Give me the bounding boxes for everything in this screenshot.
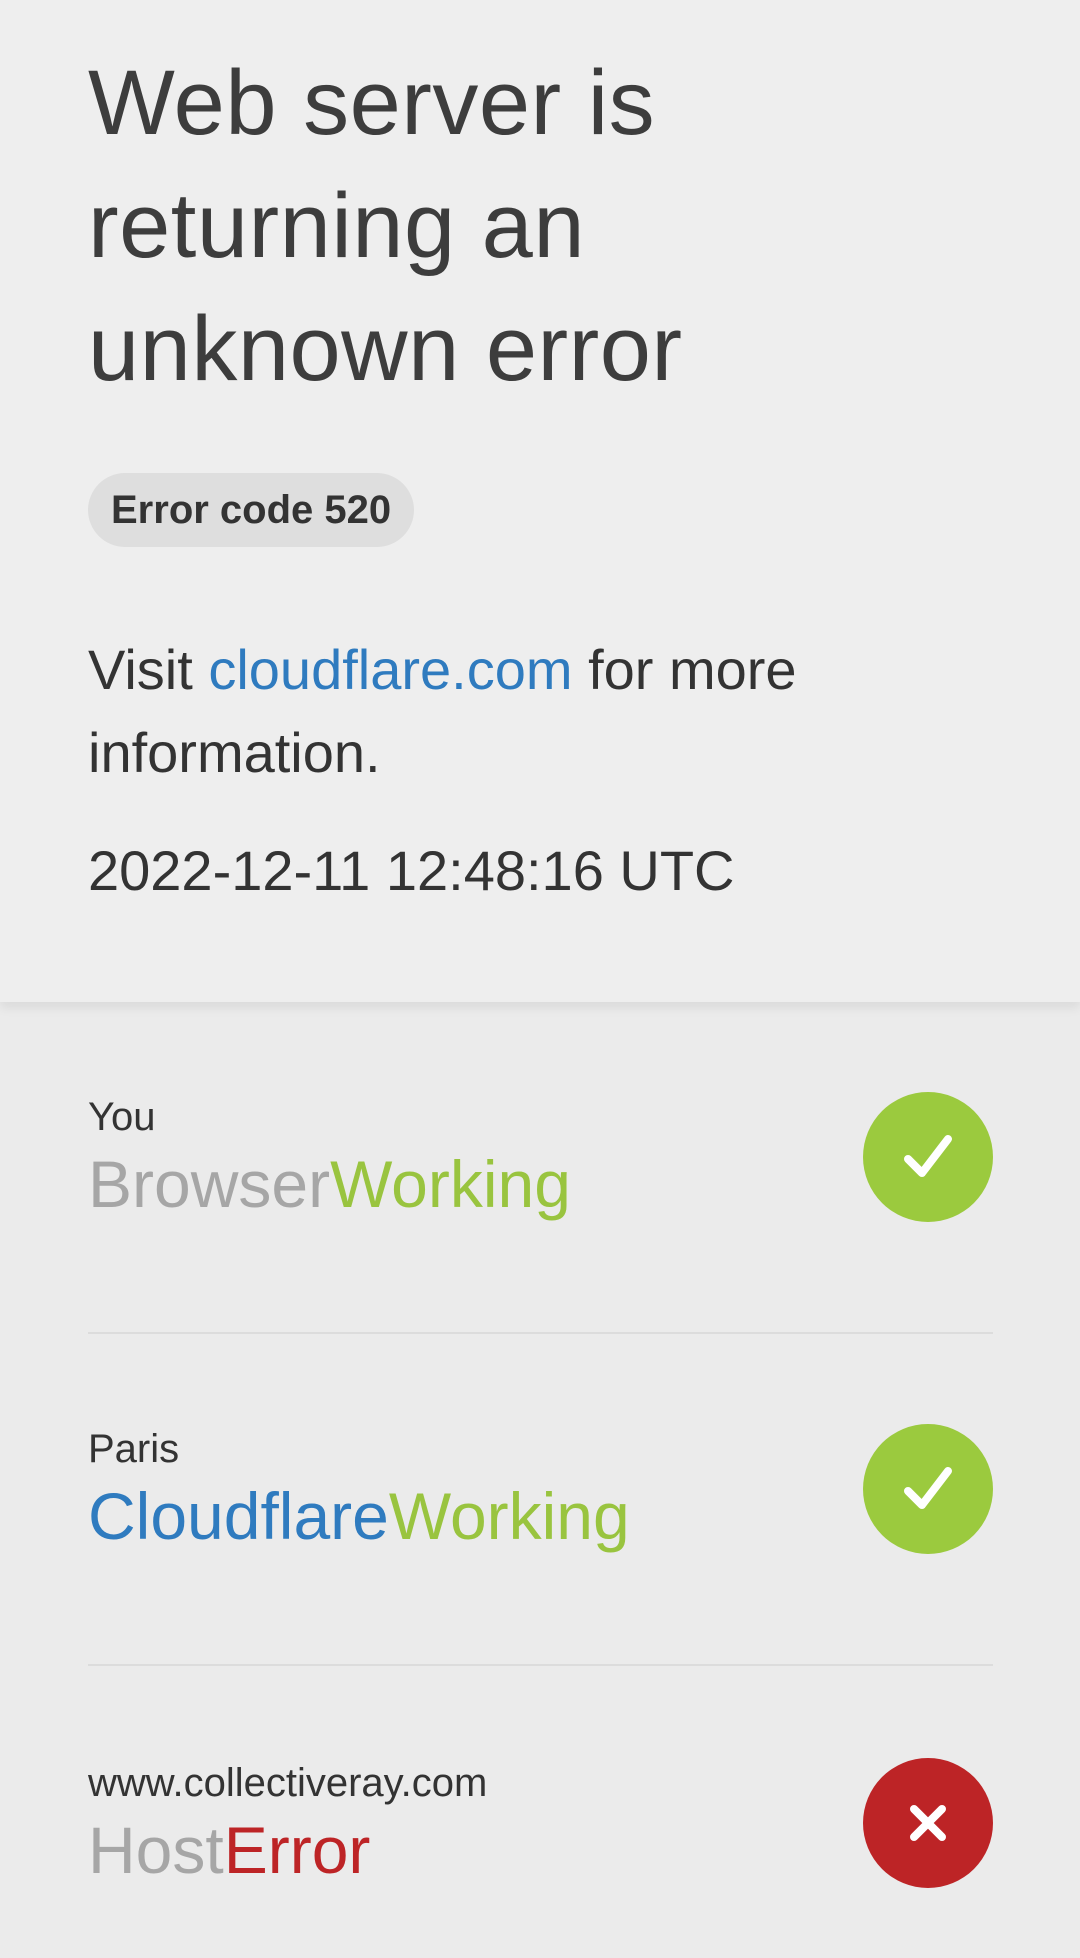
status-name-line: CloudflareWorking: [88, 1474, 630, 1558]
status-badge: [863, 1758, 993, 1888]
status-location: Paris: [88, 1427, 180, 1471]
check-icon: [904, 1467, 952, 1509]
status-badge: [863, 1092, 993, 1222]
status-row-host: www.collectiveray.com HostError: [88, 1758, 993, 1958]
divider: [88, 1332, 993, 1334]
status-location: You: [88, 1095, 156, 1139]
cloudflare-link[interactable]: cloudflare.com: [208, 638, 572, 701]
check-icon: [904, 1135, 952, 1177]
more-info-text: Visit cloudflare.com for more informatio…: [88, 628, 988, 794]
status-location: www.collectiveray.com: [88, 1761, 488, 1805]
status-badge: [863, 1424, 993, 1554]
status-state: Working: [330, 1147, 571, 1221]
status-component: Browser: [88, 1147, 331, 1221]
status-component: Host: [88, 1813, 224, 1887]
status-name-line: BrowserWorking: [88, 1142, 571, 1226]
error-timestamp: 2022-12-11 12:48:16 UTC: [88, 839, 735, 902]
page-title: Web server is returning an unknown error: [88, 52, 683, 400]
error-header: Web server is returning an unknown error…: [0, 0, 1080, 1002]
visit-prefix: Visit: [88, 638, 209, 701]
status-row-cloudflare: Paris CloudflareWorking: [88, 1424, 993, 1624]
divider: [88, 1664, 993, 1666]
status-list: You BrowserWorking Paris CloudflareWorki…: [0, 1002, 1080, 1923]
error-code-badge: Error code 520: [88, 473, 415, 547]
status-name-line: HostError: [88, 1808, 370, 1892]
status-state: Working: [388, 1479, 630, 1553]
status-state: Error: [223, 1813, 371, 1887]
status-component: Cloudflare: [88, 1479, 389, 1553]
close-icon: [910, 1805, 946, 1841]
status-row-browser: You BrowserWorking: [88, 1092, 993, 1292]
